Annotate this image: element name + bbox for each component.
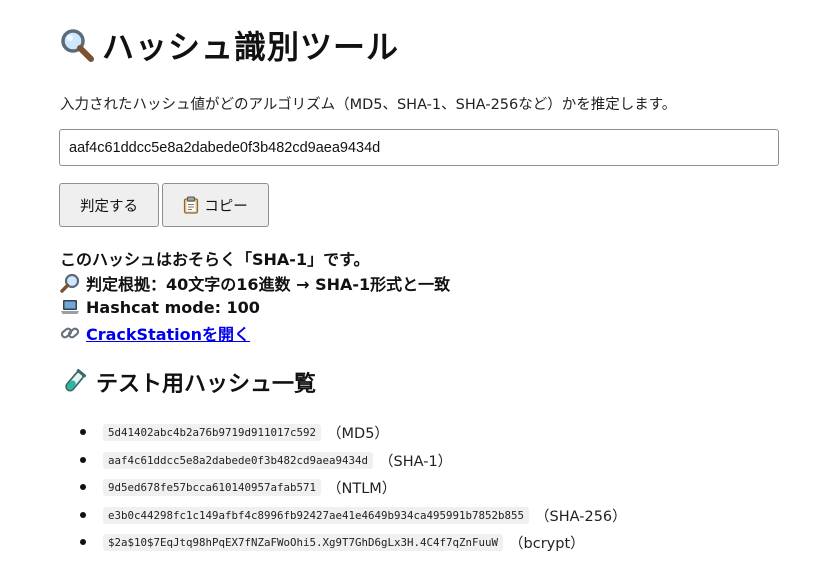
test-hash-algorithm: （bcrypt） [509,535,585,552]
bullet [80,539,86,545]
list-item: e3b0c44298fc1c149afbf4c8996fb92427ae41e4… [80,504,627,526]
copy-button[interactable]: コピー [162,183,269,227]
magnifier-icon [60,272,82,294]
page-title: ハッシュ識別ツール [60,22,399,70]
test-section-heading: テスト用ハッシュ一覧 [60,366,316,398]
result-line-link: CrackStationを開く [60,321,250,345]
result-line-verdict: このハッシュはおそらく「SHA-1」です。 [60,246,369,270]
list-item: aaf4c61ddcc5e8a2dabede0f3b482cd9aea9434d… [80,449,452,471]
hash-identifier-page: ハッシュ識別ツール 入力されたハッシュ値がどのアルゴリズム（MD5、SHA-1、… [0,0,824,578]
link-icon [60,322,82,344]
result-line-reason: 判定根拠：40文字の16進数 → SHA-1形式と一致 [60,271,450,295]
bullet [80,429,86,435]
test-hash-value: aaf4c61ddcc5e8a2dabede0f3b482cd9aea9434d [103,451,374,469]
clipboard-icon [183,196,199,214]
result-reason-text: 判定根拠：40文字の16進数 → SHA-1形式と一致 [86,275,451,294]
test-hash-algorithm: （MD5） [327,425,389,442]
result-hashcat-text: Hashcat mode: 100 [86,297,260,317]
page-title-text: ハッシュ識別ツール [102,28,400,66]
list-item: 5d41402abc4b2a76b9719d911017c592 （MD5） [80,421,389,443]
hash-input[interactable] [59,129,779,166]
judge-button[interactable]: 判定する [59,183,159,227]
test-hash-algorithm: （SHA-1） [379,453,453,470]
bullet [80,457,86,463]
bullet [80,484,86,490]
test-hash-value: $2a$10$7EqJtq98hPqEX7fNZaFWoOhi5.Xg9T7Gh… [103,533,504,551]
crackstation-link[interactable]: CrackStationを開く [86,321,250,345]
laptop-icon [60,296,82,318]
test-section-heading-text: テスト用ハッシュ一覧 [96,372,317,397]
list-item: 9d5ed678fe57bcca610140957afab571 （NTLM） [80,476,396,498]
result-verdict-text: このハッシュはおそらく「SHA-1」です。 [60,250,370,269]
test-hash-value: e3b0c44298fc1c149afbf4c8996fb92427ae41e4… [103,506,530,524]
test-hash-algorithm: （SHA-256） [535,508,627,525]
description-text: 入力されたハッシュ値がどのアルゴリズム（MD5、SHA-1、SHA-256など）… [60,97,677,113]
test-hash-value: 9d5ed678fe57bcca610140957afab571 [103,478,322,496]
test-hash-value: 5d41402abc4b2a76b9719d911017c592 [103,423,322,441]
copy-button-label: コピー [204,198,248,215]
test-tube-icon [60,367,90,397]
judge-button-label: 判定する [80,198,138,215]
magnifier-icon [60,28,94,70]
result-line-hashcat: Hashcat mode: 100 [60,296,260,318]
test-hash-algorithm: （NTLM） [327,480,397,497]
list-item: $2a$10$7EqJtq98hPqEX7fNZaFWoOhi5.Xg9T7Gh… [80,531,585,553]
bullet [80,512,86,518]
